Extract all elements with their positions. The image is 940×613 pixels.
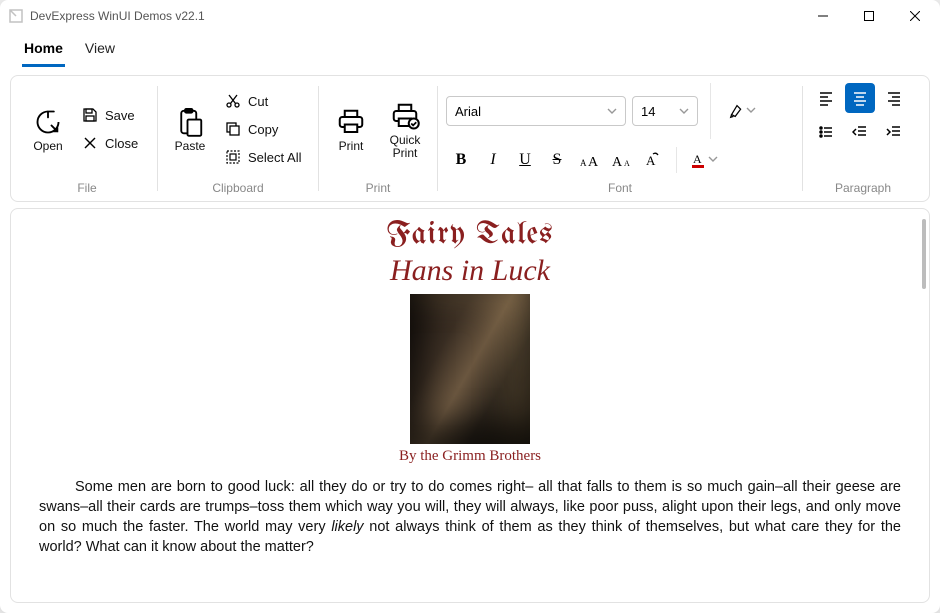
chevron-down-icon: [746, 102, 756, 120]
align-left-button[interactable]: [811, 83, 841, 113]
svg-text:A: A: [612, 155, 623, 170]
font-family-combo[interactable]: Arial: [446, 96, 626, 126]
svg-text:A: A: [624, 159, 630, 168]
document-viewport[interactable]: Fairy Tales Hans in Luck By the Grimm Br…: [10, 208, 930, 603]
font-color-button[interactable]: A: [685, 145, 723, 175]
group-label-clipboard: Clipboard: [166, 175, 310, 197]
doc-subtitle: Hans in Luck: [39, 254, 901, 288]
chevron-down-icon: [679, 104, 689, 119]
strikethrough-button[interactable]: S: [542, 145, 572, 175]
app-logo-icon: [8, 8, 24, 24]
select-all-button[interactable]: Select All: [220, 146, 305, 168]
svg-text:A: A: [646, 153, 656, 168]
paste-button[interactable]: Paste: [166, 104, 214, 153]
doc-author: By the Grimm Brothers: [39, 448, 901, 465]
underline-button[interactable]: U: [510, 145, 540, 175]
svg-text:A: A: [693, 152, 702, 166]
copy-button[interactable]: Copy: [220, 118, 305, 140]
chevron-down-icon: [708, 151, 718, 169]
save-button[interactable]: Save: [77, 104, 142, 126]
grow-font-button[interactable]: AA: [574, 145, 604, 175]
cut-button[interactable]: Cut: [220, 90, 305, 112]
open-icon: [32, 106, 64, 138]
clear-format-button[interactable]: A: [638, 145, 668, 175]
tab-home[interactable]: Home: [22, 36, 65, 67]
tab-view[interactable]: View: [83, 36, 117, 67]
highlight-color-button[interactable]: [723, 96, 761, 126]
open-button[interactable]: Open: [25, 104, 71, 153]
doc-body-paragraph: Some men are born to good luck: all they…: [39, 477, 901, 557]
group-label-file: File: [25, 175, 149, 197]
font-size-combo[interactable]: 14: [632, 96, 698, 126]
shrink-font-button[interactable]: AA: [606, 145, 636, 175]
save-icon: [81, 106, 99, 124]
paste-icon: [174, 106, 206, 138]
doc-title: Fairy Tales: [39, 219, 901, 252]
window-title: DevExpress WinUI Demos v22.1: [30, 9, 205, 23]
close-button[interactable]: [892, 0, 938, 32]
decrease-indent-button[interactable]: [845, 117, 875, 147]
copy-icon: [224, 120, 242, 138]
select-all-icon: [224, 148, 242, 166]
cut-icon: [224, 92, 242, 110]
svg-text:A: A: [588, 155, 599, 170]
print-icon: [335, 106, 367, 138]
chevron-down-icon: [607, 104, 617, 119]
quick-print-icon: [389, 100, 421, 132]
group-label-font: Font: [446, 175, 794, 197]
bold-button[interactable]: B: [446, 145, 476, 175]
quick-print-button[interactable]: Quick Print: [381, 98, 429, 160]
maximize-button[interactable]: [846, 0, 892, 32]
align-center-button[interactable]: [845, 83, 875, 113]
align-right-button[interactable]: [879, 83, 909, 113]
group-label-paragraph: Paragraph: [811, 175, 915, 197]
close-icon: [81, 134, 99, 152]
print-button[interactable]: Print: [327, 104, 375, 153]
svg-text:A: A: [580, 158, 587, 168]
group-label-print: Print: [327, 175, 429, 197]
italic-button[interactable]: I: [478, 145, 508, 175]
increase-indent-button[interactable]: [879, 117, 909, 147]
scrollbar-thumb[interactable]: [922, 219, 926, 289]
bullet-list-button[interactable]: [811, 117, 841, 147]
close-file-button[interactable]: Close: [77, 132, 142, 154]
doc-image: [410, 294, 530, 444]
minimize-button[interactable]: [800, 0, 846, 32]
